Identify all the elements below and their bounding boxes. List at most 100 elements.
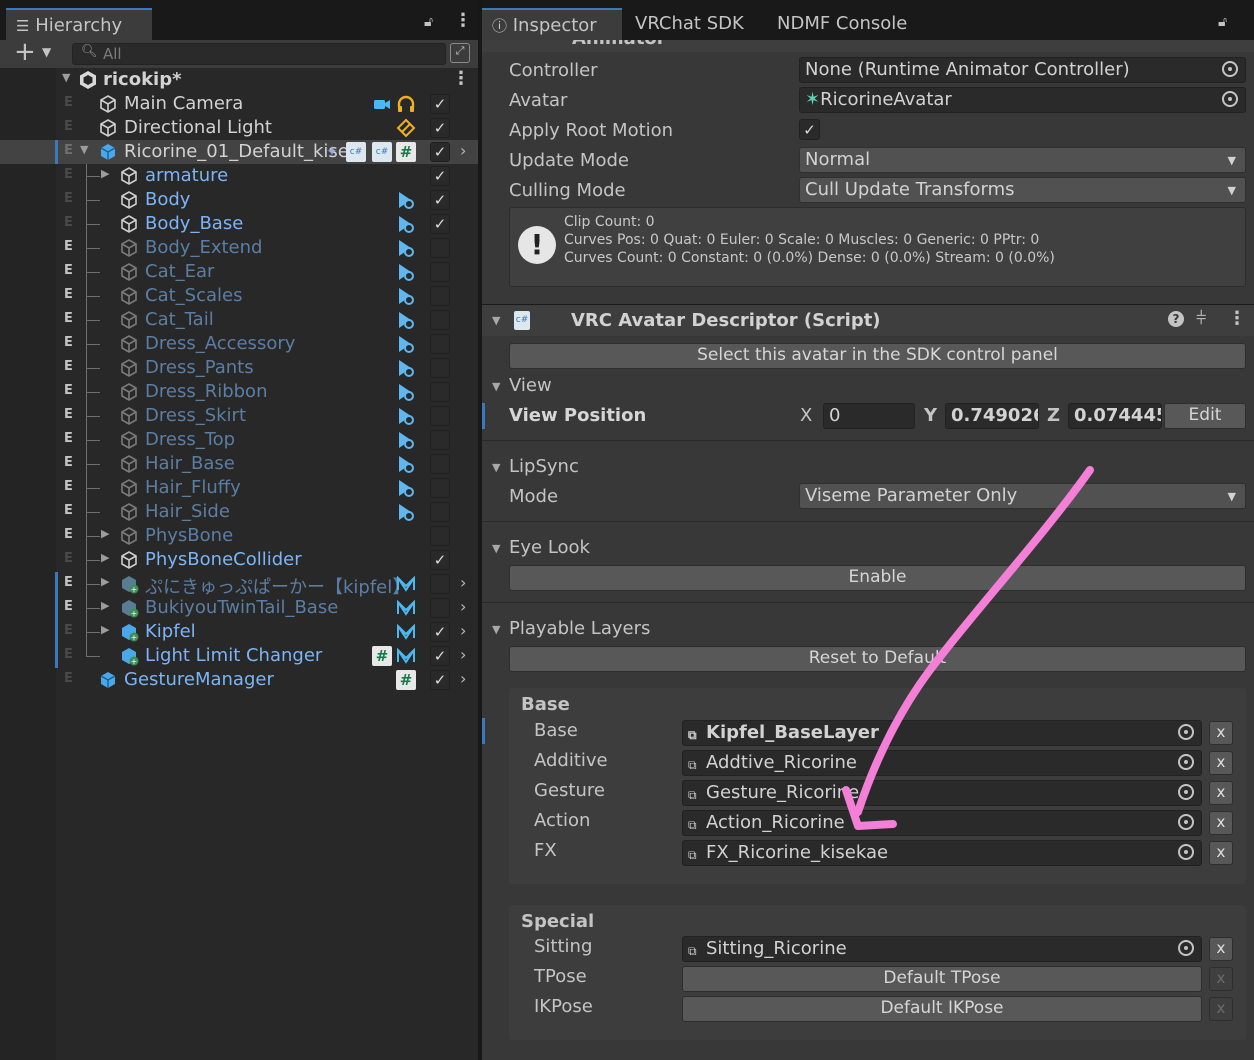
hierarchy-item-kipfel-hoodie[interactable]: E ▶ + ぷにきゅっぷぱーかー【kipfel】 ›	[0, 572, 478, 598]
chevron-right-icon[interactable]: ›	[460, 597, 466, 616]
culling-mode-dropdown[interactable]: Cull Update Transforms ▼	[799, 177, 1246, 203]
hierarchy-item-kipfel[interactable]: E ▶ + Kipfel ✓ ›	[0, 620, 478, 644]
object-picker-icon[interactable]	[1178, 844, 1194, 860]
expand-triangle-icon[interactable]: ▶	[101, 575, 109, 588]
active-checkbox[interactable]	[430, 334, 450, 354]
expand-triangle-icon[interactable]: ▶	[101, 599, 109, 612]
active-checkbox[interactable]: ✓	[430, 670, 450, 690]
expand-triangle-icon[interactable]: ▶	[101, 167, 109, 180]
chevron-down-icon[interactable]: ▼	[42, 45, 51, 59]
hierarchy-item-directional-light[interactable]: E Directional Light ✓	[0, 116, 478, 140]
object-picker-icon[interactable]	[1178, 814, 1194, 830]
scene-picker-icon[interactable]: ⤢	[450, 43, 470, 63]
hierarchy-item-cat-scales[interactable]: E Cat_Scales	[0, 284, 478, 308]
active-checkbox[interactable]: ✓	[430, 166, 450, 186]
hierarchy-item-dress-ribbon[interactable]: E Dress_Ribbon	[0, 380, 478, 404]
hierarchy-item-physbonecollider[interactable]: E ▶ PhysBoneCollider ✓	[0, 548, 478, 572]
hierarchy-item-light-limit-changer[interactable]: E + Light Limit Changer # ✓ ›	[0, 644, 478, 668]
update-mode-dropdown[interactable]: Normal ▼	[799, 147, 1246, 173]
active-checkbox[interactable]	[430, 286, 450, 306]
object-picker-icon[interactable]	[1222, 91, 1238, 107]
expand-triangle-icon[interactable]: ▶	[101, 527, 109, 540]
collapse-triangle-icon[interactable]: ▼	[492, 623, 500, 636]
default-ikpose-button[interactable]: Default IKPose	[682, 996, 1202, 1022]
chevron-right-icon[interactable]: ›	[460, 645, 466, 664]
object-picker-icon[interactable]	[1178, 784, 1194, 800]
scene-menu-icon[interactable]: ⋮	[452, 68, 470, 89]
expand-triangle-icon[interactable]: ▶	[101, 551, 109, 564]
help-icon[interactable]: ?	[1168, 311, 1184, 327]
search-input[interactable]: 🔍︎ All	[72, 43, 446, 65]
active-checkbox[interactable]: ✓	[430, 214, 450, 234]
hierarchy-item-dress-top[interactable]: E Dress_Top	[0, 428, 478, 452]
hierarchy-item-hair-fluffy[interactable]: E Hair_Fluffy	[0, 476, 478, 500]
clear-action-button[interactable]: x	[1209, 811, 1233, 835]
hierarchy-item-hair-base[interactable]: E Hair_Base	[0, 452, 478, 476]
hierarchy-item-body-extend[interactable]: E Body_Extend	[0, 236, 478, 260]
active-checkbox[interactable]: ✓	[430, 622, 450, 642]
tab-ndmf-console[interactable]: NDMF Console	[767, 8, 917, 40]
animator-header[interactable]: Animator	[482, 40, 1254, 52]
collapse-triangle-icon[interactable]: ▼	[492, 461, 500, 474]
active-checkbox[interactable]: ✓	[430, 94, 450, 114]
active-checkbox[interactable]: ✓	[430, 142, 450, 162]
apply-root-motion-checkbox[interactable]: ✓	[799, 119, 820, 140]
collapse-triangle-icon[interactable]: ▼	[492, 542, 500, 555]
active-checkbox[interactable]	[430, 598, 450, 618]
descriptor-header[interactable]: ▼ c# VRC Avatar Descriptor (Script) ? ⫩ …	[482, 304, 1254, 336]
lock-icon[interactable]: 🔓︎	[1218, 14, 1227, 30]
active-checkbox[interactable]: ✓	[430, 118, 450, 138]
active-checkbox[interactable]	[430, 430, 450, 450]
clear-base-button[interactable]: x	[1209, 721, 1233, 745]
active-checkbox[interactable]	[430, 358, 450, 378]
view-y-input[interactable]: 0.749026	[945, 403, 1039, 429]
clear-fx-button[interactable]: x	[1209, 841, 1233, 865]
clear-gesture-button[interactable]: x	[1209, 781, 1233, 805]
more-options-icon[interactable]: ⋮	[1228, 308, 1246, 329]
object-picker-icon[interactable]	[1178, 754, 1194, 770]
hierarchy-item-hair-side[interactable]: E Hair_Side	[0, 500, 478, 524]
active-checkbox[interactable]	[430, 478, 450, 498]
layer-field-base[interactable]: ⧉ Kipfel_BaseLayer	[682, 720, 1202, 746]
more-options-icon[interactable]: ⋮	[454, 10, 472, 31]
collapse-triangle-icon[interactable]: ▼	[492, 380, 500, 393]
clear-sitting-button[interactable]: x	[1209, 937, 1233, 961]
add-object-button[interactable]: +	[14, 37, 36, 67]
hierarchy-item-dress-skirt[interactable]: E Dress_Skirt	[0, 404, 478, 428]
hierarchy-item-cat-tail[interactable]: E Cat_Tail	[0, 308, 478, 332]
active-checkbox[interactable]	[430, 526, 450, 546]
hierarchy-item-gesture-manager[interactable]: E GestureManager # ✓ ›	[0, 668, 478, 692]
active-checkbox[interactable]: ✓	[430, 550, 450, 570]
hierarchy-item-main-camera[interactable]: E Main Camera ✓	[0, 92, 478, 116]
eyelook-enable-button[interactable]: Enable	[509, 565, 1246, 591]
chevron-right-icon[interactable]: ›	[460, 669, 466, 688]
layer-field-additive[interactable]: ⧉ Addtive_Ricorine	[682, 750, 1202, 776]
layer-field-sitting[interactable]: ⧉ Sitting_Ricorine	[682, 936, 1202, 962]
hierarchy-item-body-base[interactable]: E Body_Base ✓	[0, 212, 478, 236]
lock-icon[interactable]: 🔓︎	[424, 14, 433, 30]
clear-additive-button[interactable]: x	[1209, 751, 1233, 775]
layer-field-gesture[interactable]: ⧉ Gesture_Ricorine	[682, 780, 1202, 806]
chevron-right-icon[interactable]: ›	[460, 573, 466, 592]
active-checkbox[interactable]	[430, 454, 450, 474]
tab-inspector[interactable]: ⓘ Inspector	[482, 8, 622, 40]
active-checkbox[interactable]	[430, 238, 450, 258]
layer-field-action[interactable]: ⧉ Action_Ricorine	[682, 810, 1202, 836]
object-picker-icon[interactable]	[1222, 61, 1238, 77]
scene-row[interactable]: ▼ ricokip* ⋮	[0, 68, 478, 92]
expand-triangle-icon[interactable]: ▶	[101, 623, 109, 636]
hierarchy-item-armature[interactable]: E ▶ armature ✓	[0, 164, 478, 188]
active-checkbox[interactable]	[430, 310, 450, 330]
edit-view-button[interactable]: Edit	[1164, 403, 1246, 429]
active-checkbox[interactable]	[430, 574, 450, 594]
chevron-right-icon[interactable]: ›	[460, 141, 466, 160]
preset-icon[interactable]: ⫩	[1196, 308, 1206, 329]
hierarchy-item-physbone[interactable]: E ▶ PhysBone	[0, 524, 478, 548]
view-x-input[interactable]: 0	[823, 403, 915, 429]
active-checkbox[interactable]	[430, 502, 450, 522]
avatar-field[interactable]: ✶RicorineAvatar	[799, 87, 1246, 113]
default-tpose-button[interactable]: Default TPose	[682, 966, 1202, 992]
lipsync-mode-dropdown[interactable]: Viseme Parameter Only ▼	[799, 483, 1246, 509]
active-checkbox[interactable]: ✓	[430, 646, 450, 666]
active-checkbox[interactable]	[430, 406, 450, 426]
